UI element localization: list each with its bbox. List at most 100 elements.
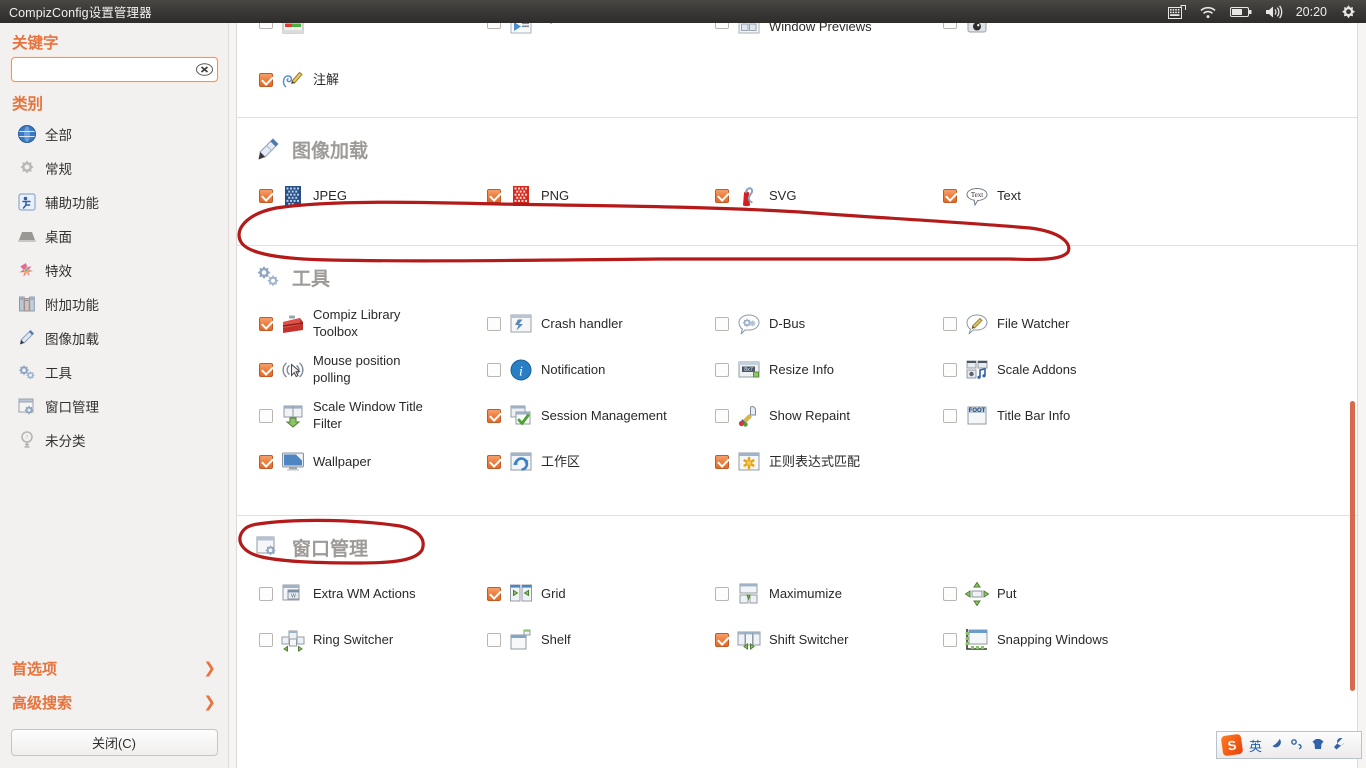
plugin-checkbox[interactable] [943,633,957,647]
plugin-checkbox[interactable] [487,633,501,647]
preferences-expander[interactable]: 首选项 ❯ [0,651,228,685]
vertical-scrollbar[interactable] [1349,23,1356,768]
plugin-checkbox[interactable] [943,317,957,331]
plugin-list-pane[interactable]: Benchmark Splash Window Previews [236,23,1358,768]
sidebar-item-extras[interactable]: 附加功能 [17,287,228,321]
search-input[interactable] [18,59,196,80]
plugin-checkbox[interactable] [259,23,273,29]
plugin-label: Shift Switcher [769,631,849,647]
sidebar-item-all[interactable]: 全部 [17,117,228,151]
plugin-checkbox[interactable] [943,409,957,423]
sidebar-item-window-management[interactable]: 窗口管理 [17,389,228,423]
plugin-jpeg[interactable]: JPEG [259,173,487,219]
plugin-svg[interactable]: SVG [715,173,943,219]
plugin-png[interactable]: PNG [487,173,715,219]
plugin-checkbox[interactable] [487,587,501,601]
plugin-checkbox[interactable] [487,409,501,423]
plugin-shift-switcher[interactable]: Shift Switcher [715,617,943,663]
sidebar-item-image-loading[interactable]: 图像加载 [17,321,228,355]
keyboard-icon[interactable] [1167,4,1186,19]
plugin-workarounds[interactable]: 工作区 [487,439,715,485]
system-settings-icon[interactable] [1340,4,1357,20]
plugin-session-management[interactable]: Session Management [487,393,715,439]
plugin-window-previews[interactable]: Window Previews [715,23,943,53]
plugin-dbus[interactable]: D-Bus [715,301,943,347]
effects-icon [17,260,37,280]
plugin-compiz-library-toolbox[interactable]: Compiz Library Toolbox [259,301,487,347]
sogou-logo-icon[interactable]: S [1220,733,1244,757]
sidebar-item-uncategorized[interactable]: ? 未分类 [17,423,228,457]
scrollbar-thumb[interactable] [1350,401,1355,691]
plugin-notification[interactable]: i Notification [487,347,715,393]
plugin-checkbox[interactable] [259,633,273,647]
ime-toolbar[interactable]: S 英 [1216,731,1362,759]
plugin-checkbox[interactable] [715,587,729,601]
plugin-resize-info[interactable]: 8x7 Resize Info [715,347,943,393]
skin-icon[interactable] [1311,737,1325,754]
plugin-checkbox[interactable] [487,317,501,331]
plugin-checkbox[interactable] [715,633,729,647]
plugin-checkbox[interactable] [943,189,957,203]
plugin-maximumize[interactable]: Maximumize [715,571,943,617]
plugin-checkbox[interactable] [715,189,729,203]
plugin-crash-handler[interactable]: Crash handler [487,301,715,347]
volume-icon[interactable] [1265,5,1283,19]
ime-language-indicator[interactable]: 英 [1249,736,1262,755]
clock[interactable]: 20:20 [1296,5,1327,19]
plugin-checkbox[interactable] [487,455,501,469]
plugin-annotate[interactable]: 注解 [259,53,487,107]
plugin-benchmark[interactable]: Benchmark [259,23,487,53]
sidebar-item-tools[interactable]: 工具 [17,355,228,389]
advanced-search-expander[interactable]: 高级搜索 ❯ [0,685,228,719]
plugin-title-bar-info[interactable]: FOOT Title Bar Info [943,393,1171,439]
plugin-checkbox[interactable] [943,23,957,29]
sidebar-item-effects[interactable]: 特效 [17,253,228,287]
svg-text:W: W [291,594,296,600]
plugin-checkbox[interactable] [715,317,729,331]
sidebar-item-label: 图像加载 [45,332,99,347]
plugin-checkbox[interactable] [487,189,501,203]
punctuation-icon[interactable] [1290,737,1304,754]
sidebar-item-general[interactable]: 常规 [17,151,228,185]
plugin-checkbox[interactable] [259,73,273,87]
battery-icon[interactable] [1229,6,1252,18]
plugin-scale-window-title-filter[interactable]: Scale Window Title Filter [259,393,487,439]
sidebar-item-accessibility[interactable]: 辅助功能 [17,185,228,219]
plugin-checkbox[interactable] [943,363,957,377]
plugin-screenshot[interactable]: 截屏 [943,23,1171,53]
plugin-checkbox[interactable] [715,409,729,423]
plugin-checkbox[interactable] [715,363,729,377]
plugin-shelf[interactable]: Shelf [487,617,715,663]
clear-text-icon[interactable] [196,63,213,76]
plugin-text[interactable]: Text Text [943,173,1171,219]
plugin-checkbox[interactable] [487,363,501,377]
plugin-checkbox[interactable] [259,189,273,203]
plugin-checkbox[interactable] [259,587,273,601]
plugin-put[interactable]: Put [943,571,1171,617]
plugin-checkbox[interactable] [259,409,273,423]
moon-icon[interactable] [1269,737,1283,754]
plugin-scale-addons[interactable]: Scale Addons [943,347,1171,393]
plugin-show-repaint[interactable]: Show Repaint [715,393,943,439]
plugin-extra-wm-actions[interactable]: W Extra WM Actions [259,571,487,617]
plugin-checkbox[interactable] [943,587,957,601]
plugin-splash[interactable]: Splash [487,23,715,53]
plugin-checkbox[interactable] [715,23,729,29]
plugin-mouse-position-polling[interactable]: Mouse position polling [259,347,487,393]
plugin-file-watcher[interactable]: File Watcher [943,301,1171,347]
close-button[interactable]: 关闭(C) [10,729,218,756]
plugin-checkbox[interactable] [259,363,273,377]
plugin-snapping-windows[interactable]: Snapping Windows [943,617,1171,663]
plugin-checkbox[interactable] [259,455,273,469]
plugin-ring-switcher[interactable]: Ring Switcher [259,617,487,663]
plugin-regex-matching[interactable]: 正则表达式匹配 [715,439,943,485]
plugin-checkbox[interactable] [715,455,729,469]
plugin-grid[interactable]: Grid [487,571,715,617]
sidebar-item-desktop[interactable]: 桌面 [17,219,228,253]
plugin-checkbox[interactable] [259,317,273,331]
plugin-wallpaper[interactable]: Wallpaper [259,439,487,485]
plugin-checkbox[interactable] [487,23,501,29]
wrench-icon[interactable] [1332,737,1346,754]
wifi-icon[interactable] [1199,5,1217,19]
search-box[interactable] [11,57,218,82]
